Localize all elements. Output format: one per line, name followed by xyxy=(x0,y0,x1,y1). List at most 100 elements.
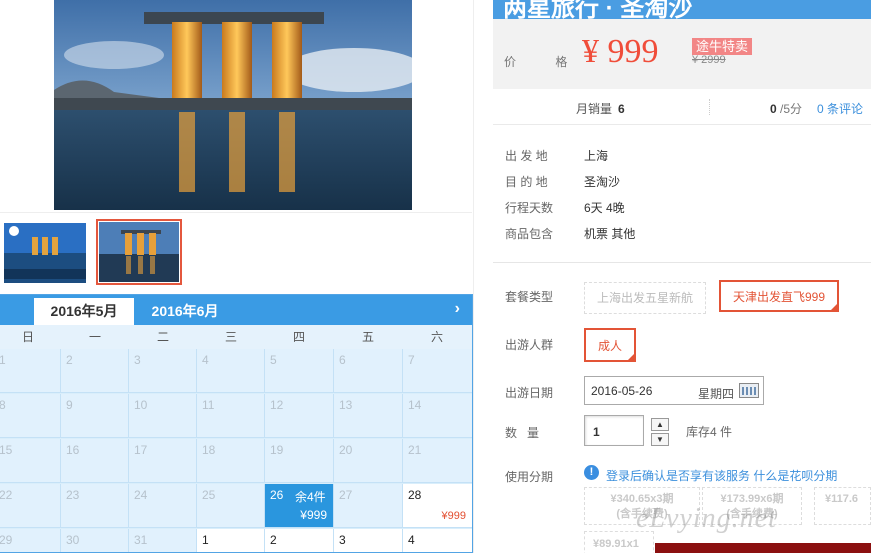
monthly-sales-count: 6 xyxy=(618,102,625,116)
calendar-day-number: 1 xyxy=(202,533,209,547)
gallery-divider xyxy=(0,212,472,213)
info-icon: ! xyxy=(584,465,599,480)
calendar-day-cell[interactable]: 1 xyxy=(0,349,61,393)
monthly-sales-label: 月销量 xyxy=(576,102,613,116)
calendar-day-number: 2 xyxy=(270,533,277,547)
weekday-fri: 五 xyxy=(361,330,374,344)
calendar-day-number: 9 xyxy=(66,398,73,412)
calendar-day-cell[interactable]: 13 xyxy=(334,394,403,438)
calendar-day-stock: 余4件 xyxy=(295,490,326,504)
calendar-day-cell[interactable]: 12 xyxy=(265,394,334,438)
info-value: 机票 其他 xyxy=(584,227,636,241)
package-option-tianjin[interactable]: 天津出发直飞999 xyxy=(719,280,840,312)
calendar-day-cell[interactable]: 30 xyxy=(61,529,129,552)
traveler-option-adult[interactable]: 成人 xyxy=(584,328,637,362)
calendar-day-cell[interactable]: 16 xyxy=(61,439,129,483)
calendar-day-number: 5 xyxy=(270,353,277,367)
weekday-sun: 日 xyxy=(21,330,34,344)
calendar-day-cell[interactable]: 6 xyxy=(334,349,403,393)
calendar-day-number: 2 xyxy=(66,353,73,367)
calendar-day-cell[interactable]: 22 xyxy=(0,484,61,528)
calendar-day-cell[interactable]: 29 xyxy=(0,529,61,552)
info-value: 圣淘沙 xyxy=(584,175,621,189)
weekday-header: 日 一 二 三 四 五 六 xyxy=(0,325,472,349)
info-key: 目 的 地 xyxy=(505,175,548,189)
package-option-shanghai[interactable]: 上海出发五星新航 xyxy=(584,282,707,314)
calendar-day-cell[interactable]: 1 xyxy=(197,529,265,552)
travel-date-field[interactable]: 2016-05-26 星期四 xyxy=(584,376,764,405)
calendar-day-cell[interactable]: 4 xyxy=(403,529,472,552)
calendar-day-cell[interactable]: 27 xyxy=(334,484,403,528)
calendar-day-cell[interactable]: 23 xyxy=(61,484,129,528)
calendar-day-cell[interactable]: 10 xyxy=(129,394,197,438)
calendar-day-available[interactable]: 26 余4件 ¥999 xyxy=(265,484,334,528)
info-value: 上海 xyxy=(584,149,609,163)
calendar-day-cell[interactable]: 28 ¥999 xyxy=(403,484,472,528)
calendar-day-number: 3 xyxy=(134,353,141,367)
next-month-arrow-icon[interactable]: › xyxy=(455,300,460,318)
calendar-day-cell[interactable]: 2 xyxy=(265,529,334,552)
calendar-day-number: 10 xyxy=(134,398,148,412)
departure-calendar: 2016年5月 2016年6月 › 日 一 二 三 四 五 六 12345678… xyxy=(0,294,473,553)
product-title: 两星旅行 · 圣淘沙 xyxy=(503,0,693,19)
calendar-day-cell[interactable]: 15 xyxy=(0,439,61,483)
calendar-day-cell[interactable]: 9 xyxy=(61,394,129,438)
calendar-day-cell[interactable]: 17 xyxy=(129,439,197,483)
thumbnail-2-selected[interactable] xyxy=(96,219,182,285)
calendar-day-cell[interactable]: 3 xyxy=(129,349,197,393)
weekday-sat: 六 xyxy=(430,330,443,344)
calendar-day-cell[interactable]: 20 xyxy=(334,439,403,483)
calendar-day-cell[interactable]: 4 xyxy=(197,349,265,393)
installment-login-tip[interactable]: 登录后确认是否享有该服务 xyxy=(606,469,750,483)
original-price: ¥ 2999 xyxy=(692,54,726,66)
calendar-day-number: 26 xyxy=(270,488,284,502)
calendar-day-cell[interactable]: 14 xyxy=(403,394,472,438)
weekday-tue: 二 xyxy=(156,330,169,344)
price-box: 价 格 ¥ 999 途牛特卖 ¥ 2999 xyxy=(493,19,871,89)
sales-stats-row: 月销量 6 0 /5分 0 条评论 xyxy=(493,89,871,125)
score-value: 0 xyxy=(770,102,777,116)
calendar-day-price: ¥999 xyxy=(441,510,466,522)
info-key: 商品包含 xyxy=(505,227,554,241)
calendar-header: 2016年5月 2016年6月 › xyxy=(0,295,472,325)
calendar-day-number: 4 xyxy=(202,353,209,367)
calendar-day-cell[interactable]: 25 xyxy=(197,484,265,528)
calendar-day-cell[interactable]: 7 xyxy=(403,349,472,393)
package-type-label: 套餐类型 xyxy=(505,290,554,304)
calendar-day-cell[interactable]: 3 xyxy=(334,529,403,552)
info-value: 6天 4晚 xyxy=(584,201,625,215)
calendar-day-cell[interactable]: 19 xyxy=(265,439,334,483)
reviews-link[interactable]: 0 条评论 xyxy=(817,100,863,117)
calendar-day-cell[interactable]: 8 xyxy=(0,394,61,438)
travel-date-weekday: 星期四 xyxy=(698,387,735,401)
quantity-input[interactable]: 1 xyxy=(584,415,644,446)
calendar-day-number: 28 xyxy=(408,488,422,502)
installment-help-link[interactable]: 什么是花呗分期 xyxy=(753,469,837,483)
calendar-day-number: 15 xyxy=(0,443,13,457)
installment-plan-12[interactable]: ¥117.6 xyxy=(814,487,871,525)
quantity-decrement-button[interactable]: ▼ xyxy=(651,433,669,446)
calendar-day-cell[interactable]: 31 xyxy=(129,529,197,552)
tab-may-2016[interactable]: 2016年5月 xyxy=(34,298,134,325)
installment-tip[interactable]: 登录后确认是否享有该服务 什么是花呗分期 xyxy=(606,467,837,484)
calendar-icon[interactable] xyxy=(739,383,759,398)
tab-june-2016[interactable]: 2016年6月 xyxy=(140,298,230,325)
quantity-increment-button[interactable]: ▲ xyxy=(651,418,669,431)
weekday-mon: 一 xyxy=(88,330,101,344)
quantity-value: 1 xyxy=(593,425,600,439)
calendar-day-cell[interactable]: 18 xyxy=(197,439,265,483)
rating-score: 0 /5分 xyxy=(770,100,802,117)
stock-text: 库存4 件 xyxy=(686,425,733,439)
calendar-day-cell[interactable]: 21 xyxy=(403,439,472,483)
calendar-day-cell[interactable]: 11 xyxy=(197,394,265,438)
calendar-day-number: 19 xyxy=(270,443,284,457)
calendar-day-number: 30 xyxy=(66,533,80,547)
calendar-day-cell[interactable]: 24 xyxy=(129,484,197,528)
thumbnail-1[interactable] xyxy=(4,223,86,283)
price-value: ¥ 999 xyxy=(582,33,659,70)
calendar-day-price: ¥999 xyxy=(300,508,327,522)
weekday-thu: 四 xyxy=(292,330,305,344)
calendar-day-cell[interactable]: 2 xyxy=(61,349,129,393)
calendar-day-cell[interactable]: 5 xyxy=(265,349,334,393)
stats-separator xyxy=(709,99,710,115)
